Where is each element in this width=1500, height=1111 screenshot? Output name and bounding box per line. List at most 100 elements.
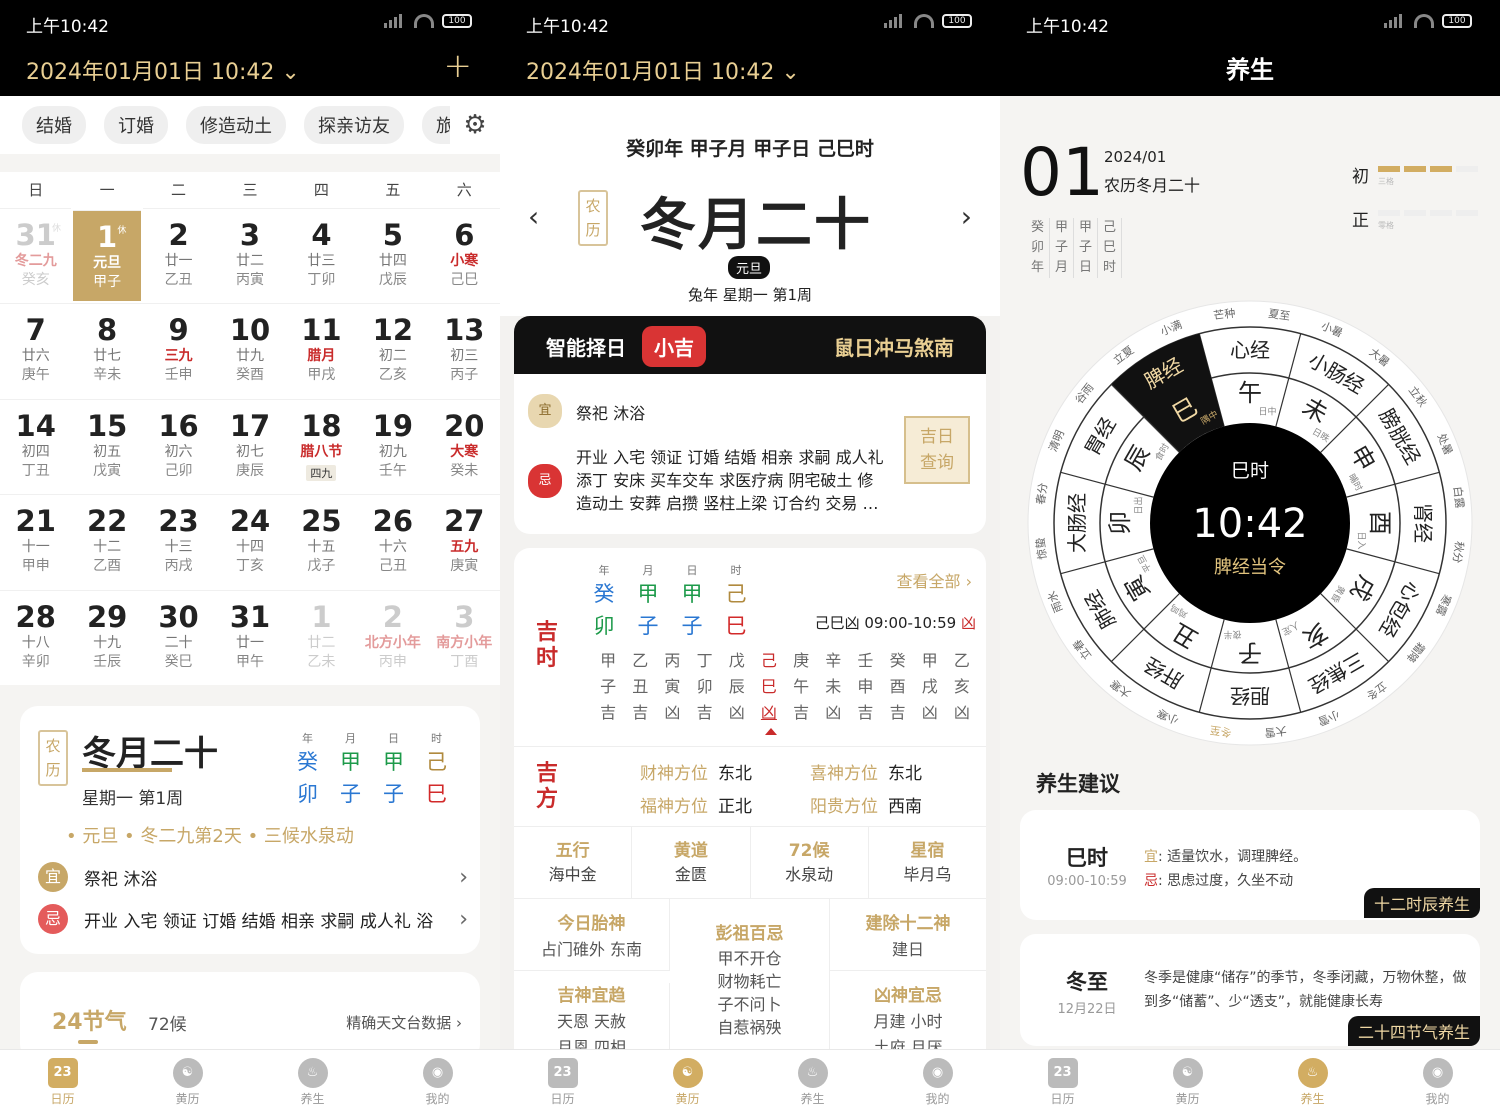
gear-icon[interactable]: ⚙ xyxy=(450,96,500,154)
yi-ji-card[interactable]: 宜 祭祀 沐浴 忌 开业 入宅 领证 订婚 结婚 相亲 求嗣 成人礼 添丁 安床… xyxy=(514,374,986,534)
day-cell[interactable]: 30 二十 癸巳 xyxy=(142,589,215,685)
tab-health[interactable]: ♨ 养生 xyxy=(250,1050,375,1111)
tab-calendar[interactable]: 23 日历 xyxy=(1000,1050,1125,1111)
day-cell[interactable]: 3 南方小年 丁酉 xyxy=(428,589,500,685)
day-cell[interactable]: 28 十八 辛卯 xyxy=(0,589,72,685)
tab-label: 养生 xyxy=(300,1092,325,1106)
day-cell[interactable]: 2 廿一 乙丑 xyxy=(142,208,215,303)
day-cell[interactable]: 18 腊八节 四九 xyxy=(285,398,358,494)
next-day-icon[interactable]: › xyxy=(961,200,972,233)
day-cell[interactable]: 25 十五 戊子 xyxy=(285,494,358,589)
date-picker[interactable]: 2024年01月01日 10:42 ⌄ xyxy=(526,54,800,86)
ganzhi-line: 癸卯年 甲子月 甲子日 己巳时 xyxy=(626,138,874,160)
ji-row[interactable]: 忌 开业 入宅 领证 订婚 结婚 相亲 求嗣 成人礼 浴 › xyxy=(38,904,468,934)
activity-chip[interactable]: 修造动土 xyxy=(186,106,286,144)
tab-almanac[interactable]: ☯ 黄历 xyxy=(125,1050,250,1111)
tab-calendar[interactable]: 23 日历 xyxy=(500,1050,625,1111)
activity-chip[interactable]: 探亲访友 xyxy=(304,106,404,144)
day-cell[interactable]: 10 廿九 癸酉 xyxy=(214,303,286,398)
day-cell[interactable]: 24 十四 丁亥 xyxy=(214,494,286,589)
day-cell[interactable]: 29 十九 壬辰 xyxy=(71,589,143,685)
tab-almanac[interactable]: ☯ 黄历 xyxy=(625,1050,750,1111)
level-bar xyxy=(1456,210,1478,216)
twelve-hours-badge[interactable]: 十二时辰养生 xyxy=(1363,888,1480,918)
pengzu-line: 子不问卜 xyxy=(717,995,782,1014)
tab-profile[interactable]: ◉ 我的 xyxy=(375,1050,500,1111)
day-number: 13 xyxy=(444,313,485,348)
term-name: 冬至 xyxy=(1066,970,1108,994)
smart-pick-bar[interactable]: 智能择日 小吉 鼠日冲马煞南 xyxy=(514,316,986,374)
day-cell[interactable]: 22 十二 乙酉 xyxy=(71,494,143,589)
ganzhi-table: 年月日时癸甲甲己卯子子巳 xyxy=(582,562,758,642)
nine-nines-tag: 四九 xyxy=(306,464,337,481)
jianchu-label: 建除十二神 xyxy=(865,914,951,934)
lucky-day-lookup-stamp[interactable]: 吉日 查询 xyxy=(904,416,970,484)
day-cell[interactable]: 27 五九 庚寅 xyxy=(428,494,500,589)
hour-cell: 凶 xyxy=(921,703,938,722)
solar-term-badge[interactable]: 二十四节气养生 xyxy=(1347,1016,1480,1046)
ganzhi-head: 时 xyxy=(730,564,742,577)
ji-text: 开业 入宅 领证 订婚 结婚 相亲 求嗣 成人礼 添丁 安床 买车交车 求医疗病… xyxy=(576,448,884,513)
yi-row[interactable]: 宜 祭祀 沐浴 › xyxy=(38,862,468,892)
add-icon[interactable]: + xyxy=(444,46,473,86)
date-picker[interactable]: 2024年01月01日 10:42 ⌄ xyxy=(26,54,300,86)
day-cell[interactable]: 14 初四 丁丑 xyxy=(0,398,72,494)
solar-term-health-card[interactable]: 冬至 12月22日 冬季是健康“储存”的季节，冬季闭藏，万物休整，做到多“储蓄”… xyxy=(1020,934,1480,1046)
solar-term-label: 惊蛰 xyxy=(1033,537,1050,561)
tab-health[interactable]: ♨ 养生 xyxy=(1250,1050,1375,1111)
tab-profile[interactable]: ◉ 我的 xyxy=(1375,1050,1500,1111)
tab-calendar[interactable]: 23 日历 xyxy=(0,1050,125,1111)
day-cell[interactable]: 21 十一 甲申 xyxy=(0,494,72,589)
level-bar xyxy=(1404,210,1426,216)
day-cell[interactable]: 6 小寒 己巳 xyxy=(428,208,500,303)
hour-cell: 吉 xyxy=(696,703,713,722)
day-cell[interactable]: 4 廿三 丁卯 xyxy=(285,208,358,303)
hour-cell: 癸 xyxy=(889,651,906,670)
prev-day-icon[interactable]: ‹ xyxy=(528,200,539,233)
day-cell[interactable]: 2 北方小年 丙申 xyxy=(357,589,429,685)
tab-almanac[interactable]: ☯ 黄历 xyxy=(1125,1050,1250,1111)
day-cell[interactable]: 7 廿六 庚午 xyxy=(0,303,72,398)
day-cell[interactable]: 31 廿一 甲午 xyxy=(214,589,286,685)
day-cell[interactable]: 3 廿二 丙寅 xyxy=(214,208,286,303)
see-all-link[interactable]: 查看全部 › xyxy=(897,568,973,592)
day-cell[interactable]: 31 休冬二九 癸亥 xyxy=(0,208,72,303)
day-cell[interactable]: 26 十六 己丑 xyxy=(357,494,429,589)
day-cell[interactable]: 1 廿二 乙未 xyxy=(285,589,358,685)
day-cell[interactable]: 12 初二 乙亥 xyxy=(357,303,429,398)
chevron-right-icon: › xyxy=(459,864,468,890)
day-cell[interactable]: 13 初三 丙子 xyxy=(428,303,500,398)
day-cell[interactable]: 9 三九 壬申 xyxy=(142,303,215,398)
level-bar xyxy=(1404,166,1426,172)
hour-cell: 己 xyxy=(760,651,777,670)
day-cell[interactable]: 20 大寒 癸未 xyxy=(428,398,500,494)
tab-profile[interactable]: ◉ 我的 xyxy=(875,1050,1000,1111)
solar-terms-title: 24节气 xyxy=(52,1010,127,1035)
day-cell[interactable]: 17 初七 庚辰 xyxy=(214,398,286,494)
hour-health-card[interactable]: 巳时 09:00-10:59 宜: 适量饮水，调理脾经。 忌: 思虑过度，久坐不… xyxy=(1020,810,1480,920)
tab-health[interactable]: ♨ 养生 xyxy=(750,1050,875,1111)
activity-chip[interactable]: 结婚 xyxy=(22,106,86,144)
day-detail-card[interactable]: 农历 冬月二十 星期一 第1周 年月日时癸甲甲己卯子子巳 • 元旦 • 冬二九第… xyxy=(20,706,480,954)
day-cell[interactable]: 19 初九 壬午 xyxy=(357,398,429,494)
ganzhi-columns: 癸卯年甲子月甲子日己巳时 xyxy=(1026,218,1122,278)
directions-grid: 财神方位 东北 喜神方位 东北 福神方位 正北 阳贵方位 西南 xyxy=(640,759,980,817)
ganzhi-day: 己丑 xyxy=(378,558,407,575)
day-cell[interactable]: 5 廿四 戊辰 xyxy=(357,208,429,303)
day-cell[interactable]: 8 廿七 辛未 xyxy=(71,303,143,398)
day-cell[interactable]: 23 十三 丙戌 xyxy=(142,494,215,589)
lucky-hours-section: 吉时 年月日时癸甲甲己卯子子巳 查看全部 › 己巳凶 09:00-10:59 凶… xyxy=(514,548,986,746)
day-cell[interactable]: 15 初五 戊寅 xyxy=(71,398,143,494)
day-cell[interactable]: 1 休元旦 甲子 xyxy=(73,210,141,302)
meridian-clock-wheel[interactable]: 心经午日中小肠经未日昳 膀胱经申晡时肾经酉日入心包经戌黄昏三焦经亥人定胆经子夜半肝… xyxy=(1025,298,1475,748)
observatory-link[interactable]: 精确天文台数据 › xyxy=(346,1012,462,1033)
pengzu-values: 甲不开仓 财物耗亡 子不问卜 自惹祸殃 xyxy=(670,947,829,1039)
day-cell[interactable]: 11 腊月 甲戌 xyxy=(285,303,358,398)
day-number: 31 xyxy=(229,599,271,634)
ganzhi-day: 庚午 xyxy=(21,367,50,384)
day-number: 19 xyxy=(372,408,414,443)
day-cell[interactable]: 16 初六 己卯 xyxy=(142,398,215,494)
activity-chip[interactable]: 订婚 xyxy=(104,106,168,144)
ganzhi-char: 子 xyxy=(1078,240,1092,255)
wifi-icon xyxy=(1414,14,1434,28)
